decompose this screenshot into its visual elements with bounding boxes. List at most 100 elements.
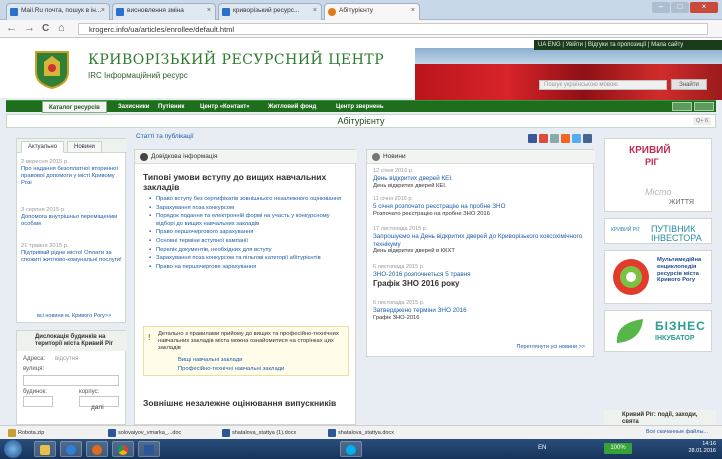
globe-icon <box>613 259 649 295</box>
all-news-link[interactable]: Переглянути усі новини >> <box>517 344 585 350</box>
close-icon[interactable]: × <box>411 7 415 14</box>
house-field[interactable] <box>23 396 53 407</box>
close-window-icon[interactable]: × <box>690 2 718 13</box>
list-item[interactable]: Перелік документів, необхідних для вступ… <box>149 247 349 254</box>
street-field[interactable] <box>23 375 119 386</box>
news-item[interactable]: 17 листопада 2015 р. Запрошуємо на День … <box>373 226 591 255</box>
list-view-icon[interactable] <box>694 102 714 111</box>
show-all-downloads-link[interactable]: Все скачанные файлы... <box>646 429 708 435</box>
menu-item-appeals[interactable]: Центр звернень <box>336 101 384 113</box>
news-panel: Новини 12 січня 2016 р. День відкритих д… <box>366 149 595 357</box>
news-item[interactable]: 12 січня 2016 р. День відкритих дверей К… <box>373 168 591 190</box>
top-links[interactable]: UA ENG | Увійти | Відгуки та пропозиції … <box>534 40 722 50</box>
download-item[interactable]: solovaiyov_vmarka_...doc <box>108 428 181 438</box>
facebook-icon[interactable] <box>528 134 537 143</box>
news-item[interactable]: 11 січня 2016 р. 5 січня розпочато реєст… <box>373 196 591 218</box>
vk-icon[interactable] <box>583 134 592 143</box>
zoom-control[interactable]: Q+ 6 <box>692 117 711 125</box>
list-item[interactable]: Право на першочергове зарахування <box>149 264 349 271</box>
news-item[interactable]: 6 листопада 2015 р. Затверджено терміни … <box>373 300 591 322</box>
hero-banner: Пошук українською мовою Знайти <box>415 48 722 100</box>
site-search-input[interactable]: Пошук українською мовою <box>539 80 667 90</box>
tab-actual[interactable]: Актуально <box>21 141 65 153</box>
info-title: Типові умови вступу до вищих навчальних … <box>143 172 327 192</box>
chrome-taskbar-button[interactable] <box>112 441 134 457</box>
leaf-icon <box>616 319 643 343</box>
back-icon[interactable]: ← <box>6 22 17 34</box>
address-panel: Дислокація будинків на території міста К… <box>16 330 127 425</box>
grid-view-icon[interactable] <box>672 102 692 111</box>
menu-item-catalog[interactable]: Каталог ресурсів <box>42 101 107 113</box>
tab-news[interactable]: Новини <box>67 141 102 153</box>
minimize-icon[interactable]: – <box>652 2 670 13</box>
mail-icon <box>10 8 18 16</box>
clock[interactable]: 14:16 28.01.2016 <box>688 441 716 455</box>
all-city-news-link[interactable]: всі новини м. Кривого Рогу>> <box>37 313 111 319</box>
banner-kryvyi-rih-city[interactable]: КРИВИЙ РІГ Місто ЖИТТЯ <box>604 138 712 212</box>
chrome-icon <box>118 445 128 455</box>
banner-business-incubator[interactable]: БІЗНЕС ІНКУБАТОР <box>604 310 712 352</box>
browser-tab-3[interactable]: криворізький ресурс... × <box>218 3 322 20</box>
close-icon[interactable]: × <box>101 7 105 14</box>
twitter-icon[interactable] <box>572 134 581 143</box>
list-item[interactable]: Право вступу без сертифікатів зовнішньог… <box>149 196 349 203</box>
download-item[interactable]: Robota.zip <box>8 428 44 438</box>
close-icon[interactable]: × <box>313 7 317 14</box>
download-item[interactable]: shatalova_stattya.docx <box>328 428 394 438</box>
share-icon[interactable] <box>550 134 559 143</box>
zip-icon <box>8 429 16 437</box>
reload-icon[interactable]: C <box>42 23 49 34</box>
warning-icon: ! <box>148 333 151 342</box>
news-item[interactable]: 6 листопада 2015 р. ЗНО-2016 розпочнетьс… <box>373 264 591 289</box>
site-title: КРИВОРІЗЬКИЙ РЕСУРСНИЙ ЦЕНТР <box>88 52 385 68</box>
search-button[interactable]: Знайти <box>671 79 707 90</box>
banner-encyclopedia[interactable]: Мультимедійна енциклопедія ресурсів міст… <box>604 250 712 304</box>
download-item[interactable]: shatalova_stattya (1).docx <box>222 428 296 438</box>
higher-education-link[interactable]: Вищі навчальні заклади <box>178 357 242 363</box>
media-taskbar-button[interactable] <box>60 441 82 457</box>
word-icon <box>222 429 230 437</box>
list-item[interactable]: Зарахування поза конкурсом <box>149 205 349 212</box>
vocational-education-link[interactable]: Професійно-технічні навчальні заклади <box>178 366 284 372</box>
rss-icon[interactable] <box>561 134 570 143</box>
events-heading: Кривий Ріг: події, заходи, свята <box>604 410 716 426</box>
banner-investor-guide[interactable]: КРИВИЙ РІГ ПУТІВНИК ІНВЕСТОРА <box>604 218 712 244</box>
browser-tab-1[interactable]: Mail.Ru почта, пошук в ін... × <box>6 3 110 20</box>
list-item[interactable]: 2 вересня 2015 р. Про надання безоплатно… <box>21 159 125 187</box>
list-item[interactable]: Порядок подання та електронній формі на … <box>149 213 349 227</box>
list-item[interactable]: 3 серпня 2015 р. Допомога внутрішньо пер… <box>21 207 125 228</box>
word-icon <box>328 429 336 437</box>
menu-item-housing[interactable]: Житловий фонд <box>268 101 316 113</box>
news-icon <box>372 153 380 161</box>
language-indicator[interactable]: EN <box>538 445 546 451</box>
folder-icon <box>40 445 50 455</box>
start-button[interactable] <box>4 440 22 458</box>
menu-item-guide[interactable]: Путівник <box>158 101 184 113</box>
firefox-taskbar-button[interactable] <box>86 441 108 457</box>
list-item[interactable]: Основні терміни вступної кампанії <box>149 238 349 245</box>
right-banners: КРИВИЙ РІГ Місто ЖИТТЯ КРИВИЙ РІГ ПУТІВН… <box>604 138 716 444</box>
url-input[interactable]: krogerc.info/ua/articles/enrollee/defaul… <box>78 23 708 35</box>
skype-taskbar-button[interactable] <box>340 441 362 457</box>
browser-tab-4[interactable]: Абітурієнту × <box>324 3 420 20</box>
list-item[interactable]: 21 травня 2015 р. Підтримай рідне місто!… <box>21 243 125 264</box>
articles-link[interactable]: Статті та публікації <box>136 133 194 140</box>
close-icon[interactable]: × <box>207 7 211 14</box>
battery-indicator[interactable]: 100% <box>604 443 632 454</box>
home-icon[interactable]: ⌂ <box>58 22 65 34</box>
media-icon <box>66 445 76 455</box>
explorer-taskbar-button[interactable] <box>34 441 56 457</box>
info-icon <box>140 153 148 161</box>
google-plus-icon[interactable] <box>539 134 548 143</box>
page-icon <box>328 8 336 16</box>
window-controls: – □ × <box>652 2 718 13</box>
forward-icon[interactable]: → <box>24 22 35 34</box>
menu-item-defenders[interactable]: Захисники <box>118 101 149 113</box>
list-item[interactable]: Право першочергового зарахування <box>149 229 349 236</box>
next-button[interactable]: далі <box>91 404 104 411</box>
maximize-icon[interactable]: □ <box>671 2 689 13</box>
menu-item-contact[interactable]: Центр «Контакт» <box>200 101 250 113</box>
browser-tab-2[interactable]: висновлення зміна × <box>112 3 216 20</box>
list-item[interactable]: Зарахування поза конкурсом та пільгові к… <box>149 255 349 262</box>
word-taskbar-button[interactable] <box>138 441 160 457</box>
